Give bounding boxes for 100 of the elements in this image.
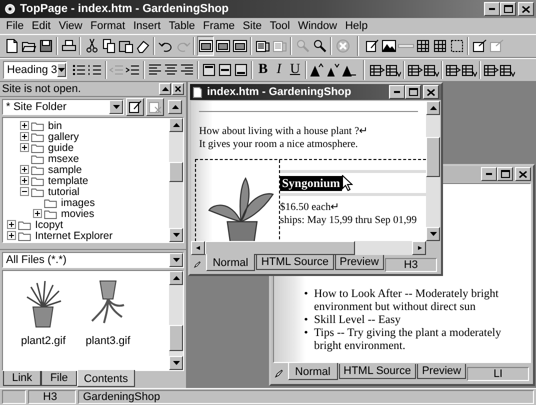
scroll-up-button[interactable] — [169, 118, 183, 132]
font-size-down-icon — [325, 62, 341, 78]
vertical-scrollbar[interactable] — [426, 101, 440, 241]
edit-site-button[interactable] — [126, 98, 144, 116]
scroll-up-button[interactable] — [169, 271, 183, 285]
scroll-thumb[interactable] — [169, 162, 183, 182]
scroll-up-button[interactable] — [426, 101, 440, 115]
view-tab[interactable]: Preview — [334, 255, 384, 270]
expand-icon[interactable] — [20, 143, 29, 152]
folder-name[interactable]: template — [46, 174, 88, 186]
folder-name[interactable]: gallery — [46, 130, 79, 142]
folder-name[interactable]: movies — [59, 208, 94, 220]
scroll-thumb[interactable] — [169, 325, 183, 351]
table-row-icon — [483, 62, 499, 78]
folder-name[interactable]: bin — [46, 120, 62, 132]
close-button[interactable] — [515, 167, 531, 181]
view-tab[interactable]: HTML Source — [256, 255, 334, 270]
file-name[interactable]: plant3.gif — [86, 335, 130, 347]
menu-item[interactable]: Site — [238, 20, 266, 32]
expand-icon[interactable] — [7, 231, 16, 240]
folder-name[interactable]: msexe — [46, 152, 79, 164]
up-arrow-icon — [430, 106, 436, 110]
paragraph-style-dropdown[interactable]: Heading 3 — [3, 61, 67, 79]
maximize-button[interactable] — [405, 85, 421, 99]
bullet-mark: • — [304, 327, 308, 340]
folder-name[interactable]: tutorial — [46, 186, 80, 198]
minimize-button[interactable] — [389, 85, 405, 99]
panel-tab[interactable]: Link — [3, 371, 42, 386]
folder-icon — [44, 198, 57, 208]
scroll-down-button[interactable] — [169, 228, 183, 242]
scroll-right-button[interactable] — [412, 241, 426, 255]
right-arrow-icon — [416, 246, 422, 250]
view-tab[interactable]: HTML Source — [338, 364, 416, 379]
file-name[interactable]: plant2.gif — [21, 335, 66, 347]
scroll-down-button[interactable] — [426, 227, 440, 241]
window-view-button[interactable] — [197, 36, 214, 56]
bullet-item: Tips -- Try giving the plant a moderately bright environment. — [314, 327, 502, 353]
expand-icon[interactable] — [20, 165, 29, 174]
file-filter-dropdown[interactable]: All Files (*.*) — [2, 252, 184, 268]
format-button[interactable]: B — [255, 60, 271, 80]
maximize-button[interactable] — [500, 2, 516, 16]
vertical-scrollbar[interactable] — [169, 271, 183, 370]
vertical-scrollbar[interactable] — [169, 118, 183, 242]
delete-site-button[interactable] — [146, 98, 164, 116]
folder-name[interactable]: guide — [46, 142, 74, 154]
folder-icon — [18, 230, 31, 240]
up-level-button[interactable] — [168, 100, 182, 114]
site-folder-dropdown[interactable]: * Site Folder — [2, 99, 124, 115]
price-text: $16.50 each↵ — [280, 201, 341, 214]
panel-tab[interactable]: File — [41, 371, 77, 386]
close-button[interactable] — [518, 2, 534, 16]
menu-item[interactable]: Frame — [199, 20, 239, 32]
paragraph-text: How about living with a house plant ?↵ — [199, 125, 370, 138]
expand-icon[interactable] — [33, 209, 42, 218]
minimize-button[interactable] — [481, 167, 497, 181]
menu-item[interactable]: Table — [164, 20, 200, 32]
paragraph-text: It gives your room a nice atmosphere. — [199, 138, 359, 151]
format-button[interactable]: I — [271, 60, 287, 80]
scroll-down-button[interactable] — [169, 356, 183, 370]
folder-name[interactable]: sample — [46, 164, 82, 176]
menu-item[interactable]: Tool — [266, 20, 294, 32]
scroll-thumb[interactable] — [205, 241, 355, 255]
menu-item[interactable]: File — [2, 20, 28, 32]
scroll-thumb[interactable] — [426, 137, 440, 177]
menu-item[interactable]: Insert — [129, 20, 165, 32]
folder-name[interactable]: Internet Explorer — [33, 230, 113, 242]
minimize-icon — [394, 91, 400, 93]
maximize-button[interactable] — [497, 167, 513, 181]
properties-icon — [472, 38, 488, 54]
table-row-icon — [407, 62, 423, 78]
expand-icon[interactable] — [20, 176, 29, 185]
menu-item[interactable]: Help — [341, 20, 372, 32]
copy-button[interactable] — [100, 36, 117, 56]
minimize-button[interactable] — [484, 2, 500, 16]
view-tab[interactable]: Preview — [416, 364, 466, 379]
expand-icon[interactable] — [7, 220, 16, 229]
close-button[interactable] — [423, 85, 439, 99]
align-bottom-icon — [233, 62, 249, 78]
window-view-icon — [214, 38, 230, 54]
horizontal-scrollbar[interactable] — [191, 241, 440, 255]
view-tab[interactable]: Normal — [206, 254, 256, 271]
menu-item[interactable]: View — [54, 20, 86, 32]
expand-icon[interactable] — [20, 121, 29, 130]
view-tab[interactable]: Normal — [288, 363, 338, 380]
menu-item[interactable]: Window — [294, 20, 342, 32]
panel-tab[interactable]: Contents — [76, 370, 135, 387]
close-button[interactable] — [172, 83, 184, 95]
format-button[interactable]: U — [287, 60, 303, 80]
bulleted-list-icon — [71, 62, 87, 78]
dock-button[interactable] — [159, 83, 171, 95]
table-icon — [432, 38, 448, 54]
folder-name[interactable]: images — [59, 196, 95, 208]
folder-name[interactable]: Icopyt — [33, 218, 64, 230]
menu-item[interactable]: Edit — [28, 20, 55, 32]
scroll-left-button[interactable] — [191, 241, 205, 255]
menu-item[interactable]: Format — [86, 20, 130, 32]
close-icon — [522, 6, 530, 12]
collapse-icon[interactable] — [20, 187, 29, 196]
expand-icon[interactable] — [20, 132, 29, 141]
folder-icon — [31, 154, 44, 164]
